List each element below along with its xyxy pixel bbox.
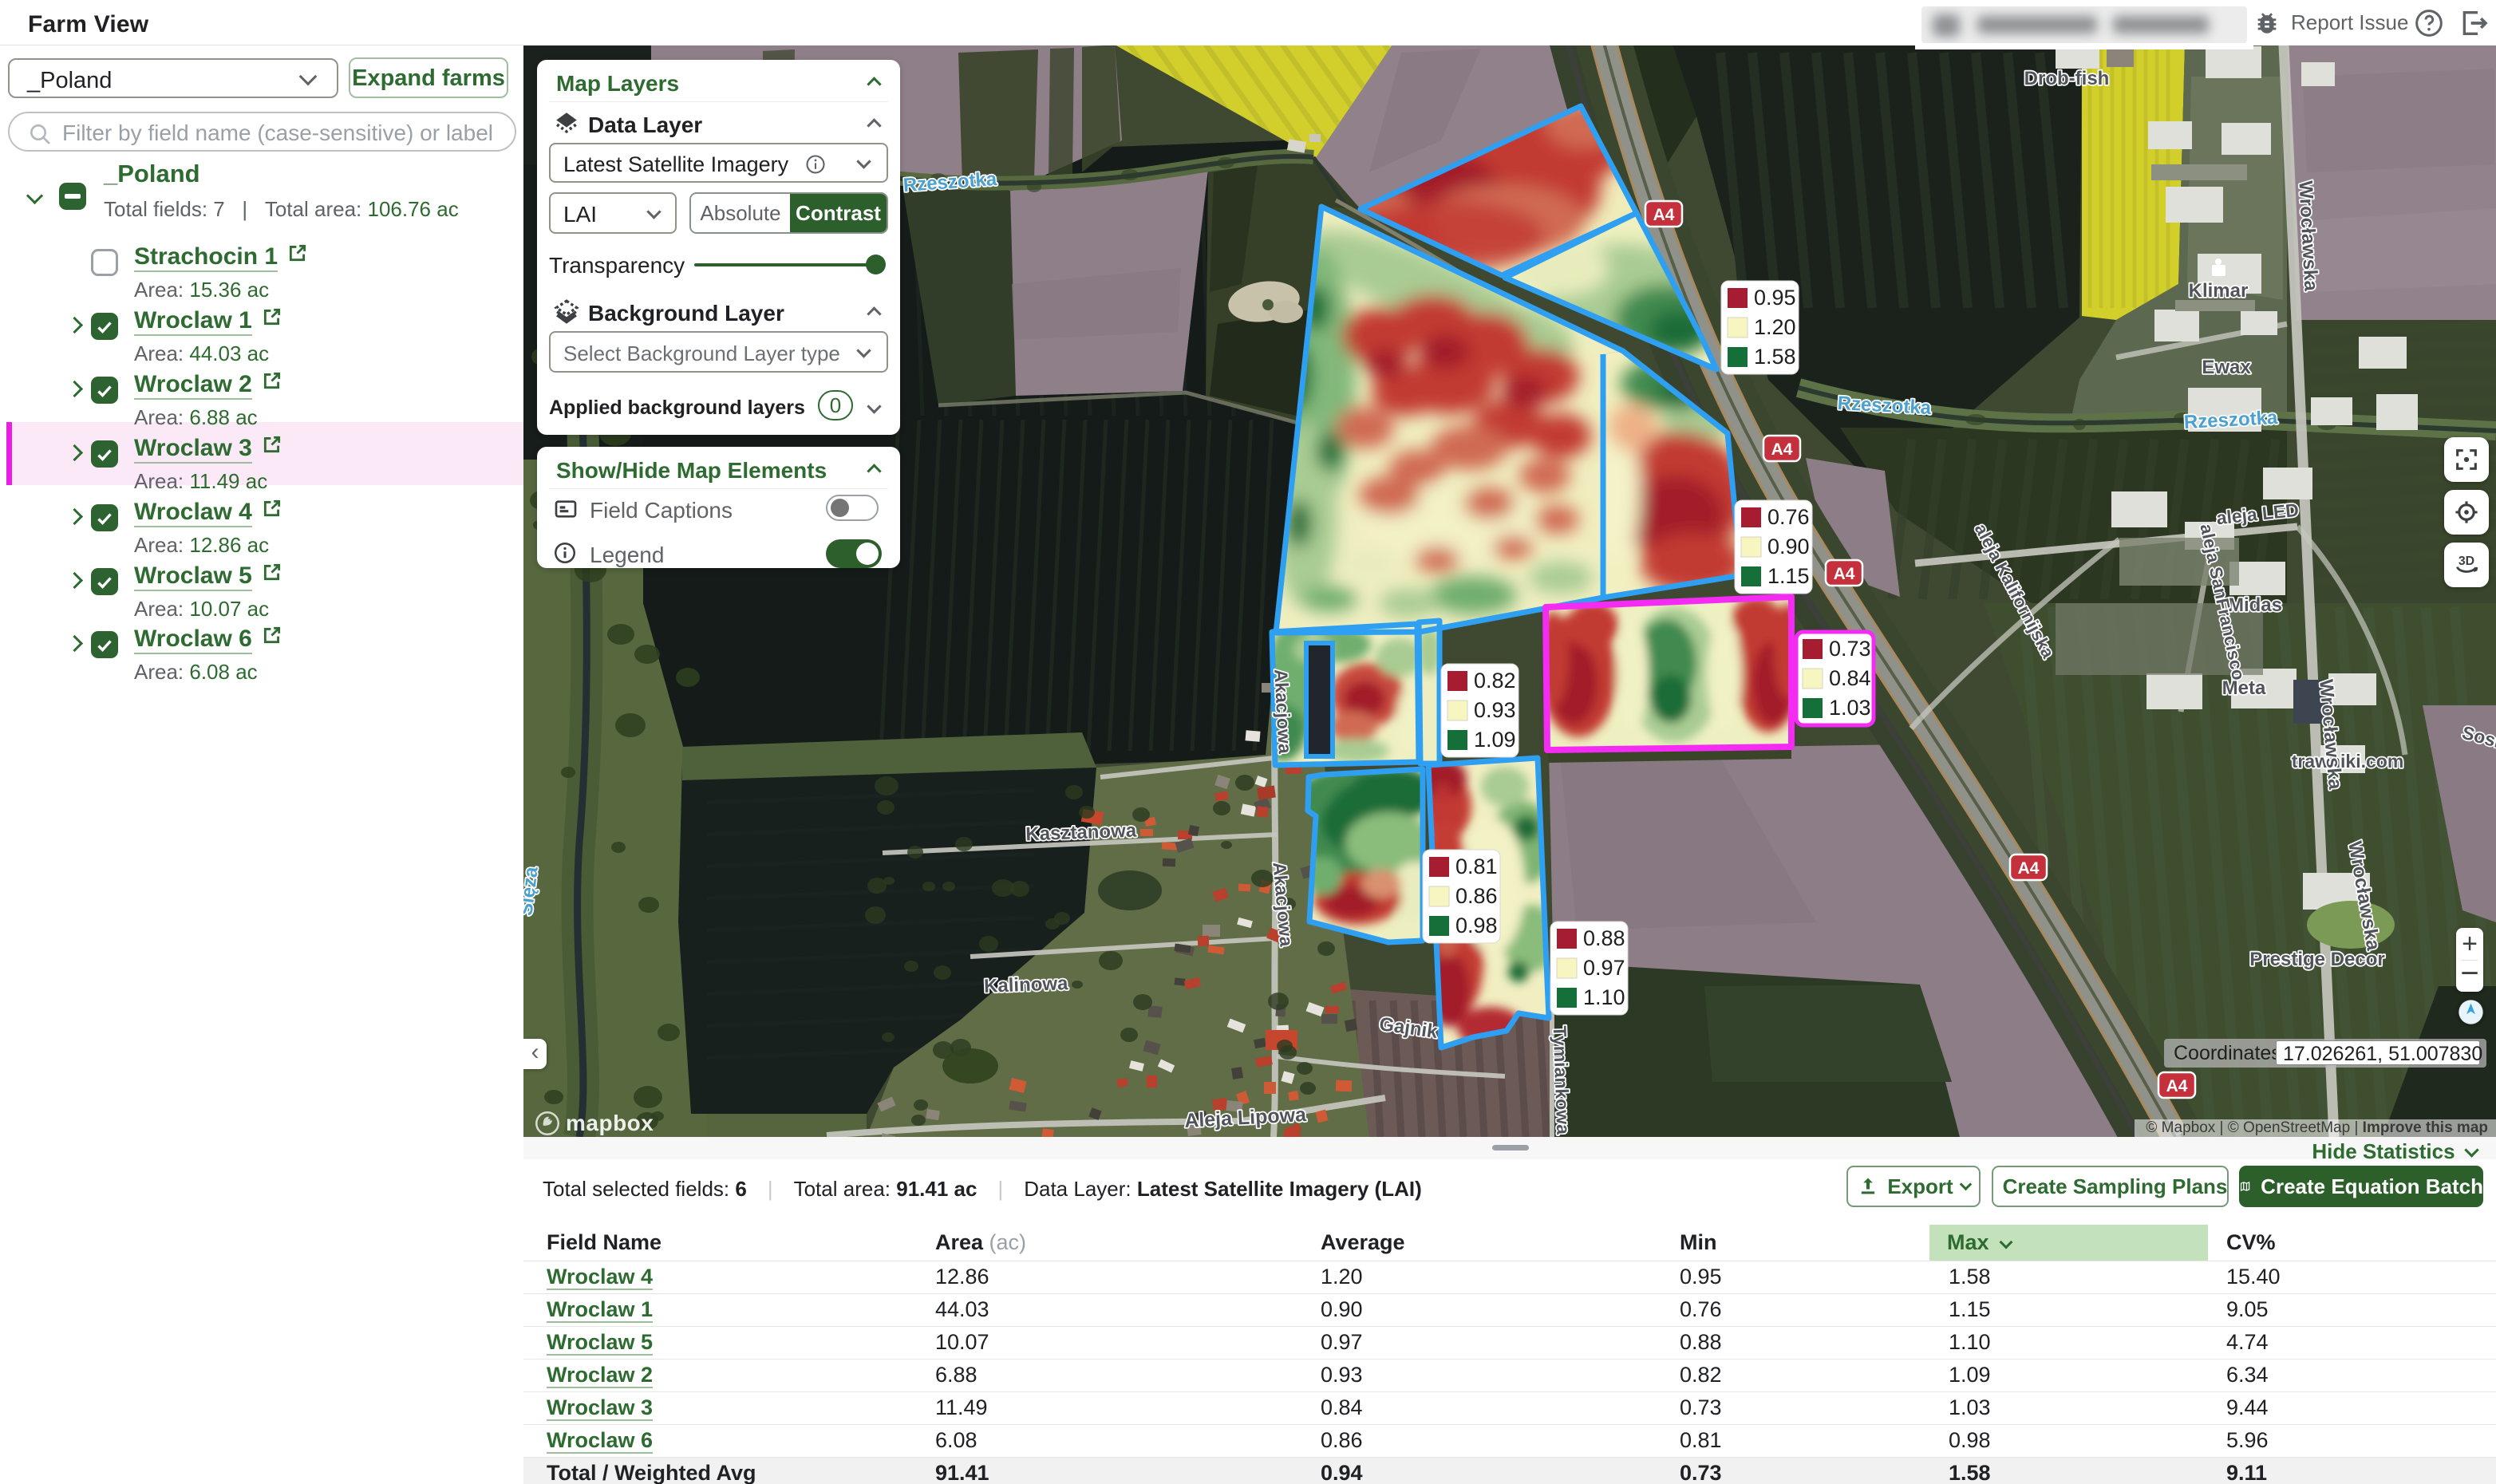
svg-text:1.20: 1.20 — [1754, 315, 1796, 339]
svg-text:3D: 3D — [2458, 555, 2474, 568]
svg-text:1.10: 1.10 — [1583, 985, 1625, 1009]
svg-text:Meta: Meta — [2222, 677, 2266, 699]
svg-text:0.84: 0.84 — [1829, 666, 1871, 690]
svg-text:0.88: 0.88 — [1583, 926, 1625, 950]
svg-text:1.15: 1.15 — [1767, 564, 1810, 588]
svg-text:trawniki.com: trawniki.com — [2292, 751, 2404, 772]
svg-text:0.93: 0.93 — [1474, 698, 1516, 722]
svg-text:0.97: 0.97 — [1583, 956, 1625, 980]
svg-text:A4: A4 — [1653, 206, 1675, 224]
svg-text:Prestige Decor: Prestige Decor — [2249, 949, 2384, 970]
svg-text:1.09: 1.09 — [1474, 728, 1516, 752]
svg-text:A4: A4 — [2018, 859, 2040, 878]
svg-text:A4: A4 — [1771, 440, 1793, 459]
svg-text:A4: A4 — [1834, 565, 1855, 583]
svg-text:Kasztanowa: Kasztanowa — [1025, 820, 1137, 846]
svg-text:1.03: 1.03 — [1829, 696, 1871, 720]
svg-text:0.73: 0.73 — [1829, 637, 1871, 661]
svg-text:Drob-fish: Drob-fish — [2024, 68, 2110, 89]
svg-text:0.95: 0.95 — [1754, 286, 1796, 310]
svg-text:0.81: 0.81 — [1455, 854, 1498, 878]
svg-text:Midas: Midas — [2228, 594, 2282, 616]
svg-text:0.86: 0.86 — [1455, 884, 1498, 908]
svg-text:Klimar: Klimar — [2189, 280, 2249, 302]
svg-text:0.76: 0.76 — [1767, 505, 1810, 529]
svg-text:0.90: 0.90 — [1767, 535, 1810, 558]
svg-text:Akacjowa: Akacjowa — [1270, 669, 1296, 755]
svg-text:0.98: 0.98 — [1455, 914, 1498, 937]
svg-text:0.82: 0.82 — [1474, 669, 1516, 693]
svg-text:Kalinowa: Kalinowa — [984, 973, 1069, 997]
svg-text:Ewax: Ewax — [2202, 357, 2251, 378]
svg-text:Tymiankowa: Tymiankowa — [1550, 1025, 1574, 1135]
svg-text:A4: A4 — [2166, 1077, 2188, 1095]
svg-text:1.58: 1.58 — [1754, 345, 1796, 369]
